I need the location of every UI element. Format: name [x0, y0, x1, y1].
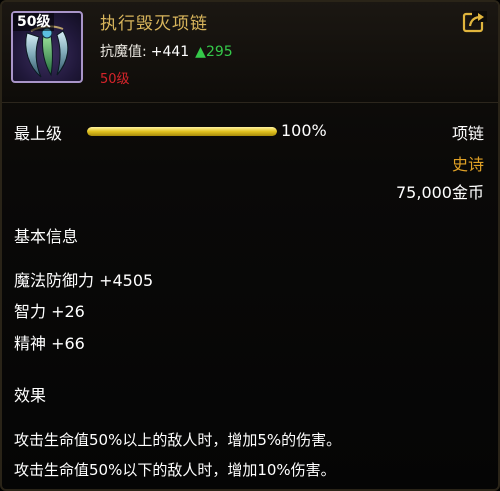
stat-intelligence: 智力 +26 — [14, 302, 85, 321]
item-name: 执行毁灭项链 — [100, 14, 208, 34]
item-header: 50级 执行毁灭项链 抗魔值: +441 ▲295 50级 — [2, 2, 498, 103]
magic-resist-row: 抗魔值: +441 ▲295 — [100, 41, 233, 61]
quality-label: 最上级 — [14, 124, 63, 143]
magic-resist-value: +441 — [150, 44, 190, 60]
item-rarity: 史诗 — [451, 155, 484, 174]
magic-resist-label: 抗魔值: — [100, 44, 147, 60]
magic-resist-increase: ▲295 — [195, 44, 233, 60]
quality-percent: 100% — [281, 121, 327, 140]
item-tooltip-panel: 50级 执行毁灭项链 抗魔值: +441 ▲295 50级 最上级 100% 项链 … — [0, 0, 500, 491]
required-level: 50级 — [100, 72, 130, 87]
item-type: 项链 — [451, 124, 484, 143]
basic-info-title: 基本信息 — [14, 227, 79, 246]
share-export-icon — [462, 11, 487, 33]
item-price: 75,000金币 — [396, 183, 484, 202]
stat-spirit: 精神 +66 — [14, 334, 85, 353]
share-button[interactable] — [462, 10, 488, 34]
quality-bar — [87, 127, 277, 136]
effect-line-2: 攻击生命值50%以下的敌人时，增加10%伤害。 — [14, 461, 336, 479]
stat-magic-defense: 魔法防御力 +4505 — [14, 271, 154, 290]
effects-title: 效果 — [14, 386, 47, 405]
item-level-badge: 50级 — [13, 13, 55, 31]
effect-line-1: 攻击生命值50%以上的敌人时，增加5%的伤害。 — [14, 431, 342, 449]
quality-bar-fill — [87, 127, 277, 136]
